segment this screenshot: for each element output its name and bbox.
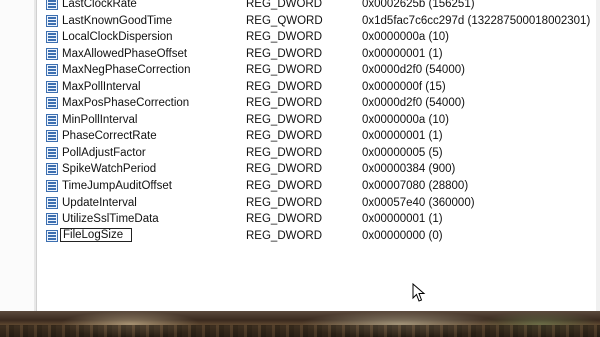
value-data: 0x0000d2f0 (54000) bbox=[362, 97, 465, 110]
value-name: LastClockRate bbox=[62, 0, 137, 10]
value-name: MaxPollInterval bbox=[62, 80, 141, 93]
value-type: REG_DWORD bbox=[246, 47, 323, 60]
value-type: REG_DWORD bbox=[246, 0, 323, 10]
value-data: 0x0000000a (10) bbox=[362, 31, 449, 44]
value-row[interactable]: UpdateInterval REG_DWORD 0x00057e40 (360… bbox=[44, 195, 594, 212]
value-data: 0x0000d2f0 (54000) bbox=[362, 64, 465, 77]
value-name: UpdateInterval bbox=[62, 196, 137, 209]
registry-binary-value-icon bbox=[46, 130, 58, 143]
value-type: REG_DWORD bbox=[246, 80, 323, 93]
value-name: LocalClockDispersion bbox=[62, 31, 173, 44]
value-type: REG_QWORD bbox=[246, 14, 323, 27]
values-list: LastClockRate REG_DWORD 0x0002625b (1562… bbox=[44, 0, 594, 244]
value-type: REG_DWORD bbox=[246, 213, 323, 226]
value-name: MinPollInterval bbox=[62, 113, 138, 126]
registry-binary-value-icon bbox=[46, 163, 58, 176]
value-row[interactable]: LastKnownGoodTime REG_QWORD 0x1d5fac7c6c… bbox=[44, 13, 594, 30]
value-row[interactable]: UtilizeSslTimeData REG_DWORD 0x00000001 … bbox=[44, 211, 594, 228]
registry-binary-value-icon bbox=[46, 14, 58, 27]
registry-binary-value-icon bbox=[46, 229, 58, 242]
value-data: 0x00000000 (0) bbox=[362, 229, 443, 242]
wallpaper-treeline bbox=[0, 325, 600, 337]
value-data: 0x0002625b (156251) bbox=[362, 0, 475, 10]
value-name: SpikeWatchPeriod bbox=[62, 163, 157, 176]
value-data: 0x00007080 (28800) bbox=[362, 180, 469, 193]
value-row[interactable]: MinPollInterval REG_DWORD 0x0000000a (10… bbox=[44, 112, 594, 129]
value-name: MaxNegPhaseCorrection bbox=[62, 64, 191, 77]
registry-binary-value-icon bbox=[46, 64, 58, 77]
value-name: LastKnownGoodTime bbox=[62, 14, 173, 27]
desktop-wallpaper bbox=[0, 311, 600, 337]
value-type: REG_DWORD bbox=[246, 146, 323, 159]
value-name: TimeJumpAuditOffset bbox=[62, 180, 172, 193]
value-type: REG_DWORD bbox=[246, 113, 323, 126]
value-type: REG_DWORD bbox=[246, 64, 323, 77]
value-type: REG_DWORD bbox=[246, 229, 323, 242]
registry-binary-value-icon bbox=[46, 213, 58, 226]
value-type: REG_DWORD bbox=[246, 97, 323, 110]
value-data: 0x00000005 (5) bbox=[362, 146, 443, 159]
value-row[interactable]: LocalClockDispersion REG_DWORD 0x0000000… bbox=[44, 29, 594, 46]
value-data: 0x00000384 (900) bbox=[362, 163, 456, 176]
value-type: REG_DWORD bbox=[246, 163, 323, 176]
value-type: REG_DWORD bbox=[246, 130, 323, 143]
registry-binary-value-icon bbox=[46, 0, 58, 10]
registry-binary-value-icon bbox=[46, 146, 58, 159]
value-data: 0x00000001 (1) bbox=[362, 213, 443, 226]
value-data: 0x00000001 (1) bbox=[362, 47, 443, 60]
pane-splitter[interactable] bbox=[34, 0, 37, 311]
registry-editor-values-pane: LastClockRate REG_DWORD 0x0002625b (1562… bbox=[0, 0, 600, 311]
value-name: UtilizeSslTimeData bbox=[62, 213, 159, 226]
value-name: PhaseCorrectRate bbox=[62, 130, 157, 143]
value-row-editing[interactable]: REG_DWORD 0x00000000 (0) bbox=[44, 227, 594, 245]
rename-value-input[interactable] bbox=[60, 227, 132, 242]
registry-binary-value-icon bbox=[46, 180, 58, 193]
value-row[interactable]: MaxPosPhaseCorrection REG_DWORD 0x0000d2… bbox=[44, 95, 594, 112]
value-name: MaxAllowedPhaseOffset bbox=[62, 47, 188, 60]
value-row[interactable]: MaxPollInterval REG_DWORD 0x0000000f (15… bbox=[44, 79, 594, 96]
registry-binary-value-icon bbox=[46, 47, 58, 60]
value-row[interactable]: MaxNegPhaseCorrection REG_DWORD 0x0000d2… bbox=[44, 62, 594, 79]
mouse-pointer-icon bbox=[412, 283, 426, 302]
value-row[interactable]: TimeJumpAuditOffset REG_DWORD 0x00007080… bbox=[44, 178, 594, 195]
registry-binary-value-icon bbox=[46, 97, 58, 110]
tree-pane-edge[interactable] bbox=[0, 0, 34, 311]
window-right-edge bbox=[596, 0, 600, 311]
value-data: 0x1d5fac7c6cc297d (132287500018002301) bbox=[362, 14, 591, 27]
value-data: 0x00000001 (1) bbox=[362, 130, 443, 143]
value-data: 0x0000000f (15) bbox=[362, 80, 446, 93]
registry-binary-value-icon bbox=[46, 31, 58, 44]
value-type: REG_DWORD bbox=[246, 180, 323, 193]
value-name: PollAdjustFactor bbox=[62, 146, 146, 159]
value-data: 0x0000000a (10) bbox=[362, 113, 449, 126]
value-row[interactable]: MaxAllowedPhaseOffset REG_DWORD 0x000000… bbox=[44, 46, 594, 63]
value-type: REG_DWORD bbox=[246, 196, 323, 209]
registry-binary-value-icon bbox=[46, 113, 58, 126]
registry-binary-value-icon bbox=[46, 196, 58, 209]
value-row[interactable]: PollAdjustFactor REG_DWORD 0x00000005 (5… bbox=[44, 145, 594, 162]
value-row[interactable]: SpikeWatchPeriod REG_DWORD 0x00000384 (9… bbox=[44, 161, 594, 178]
registry-binary-value-icon bbox=[46, 80, 58, 93]
value-data: 0x00057e40 (360000) bbox=[362, 196, 475, 209]
value-type: REG_DWORD bbox=[246, 31, 323, 44]
value-row[interactable]: LastClockRate REG_DWORD 0x0002625b (1562… bbox=[44, 0, 594, 13]
value-name: MaxPosPhaseCorrection bbox=[62, 97, 190, 110]
value-row[interactable]: PhaseCorrectRate REG_DWORD 0x00000001 (1… bbox=[44, 128, 594, 145]
